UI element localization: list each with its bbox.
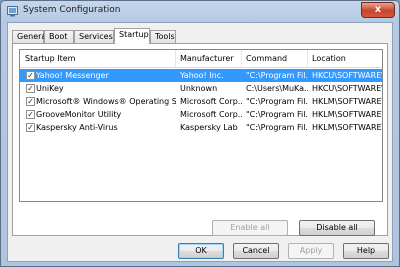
ok-button[interactable]: OK: [178, 243, 224, 259]
startup-item-row[interactable]: ✓ UniKey Unknown C:\Users\MuKa... HKCU\SOFTW…: [20, 82, 382, 95]
tab-services[interactable]: Services: [74, 30, 114, 43]
startup-item-row[interactable]: ✓Microsoft® Windows® Operating SystemMic…: [20, 95, 382, 108]
startup-panel: Startup Item Manufacturer Command Locati…: [12, 43, 388, 236]
row-startup-item: UniKey: [36, 84, 64, 93]
help-button[interactable]: Help: [343, 243, 389, 259]
dialog-client-area: General Boot Services Startup Tools Star…: [7, 22, 393, 262]
column-header-startup-item[interactable]: Startup Item: [20, 50, 176, 67]
tab-tools[interactable]: Tools: [150, 30, 176, 43]
row-manufacturer: Unknown: [180, 84, 218, 93]
row-startup-item: Yahoo! Messenger: [36, 71, 109, 80]
window-title: System Configuration: [23, 5, 121, 15]
row-startup-item: Microsoft® Windows® Operating System: [36, 97, 176, 106]
enable-all-button[interactable]: Enable all: [212, 220, 288, 236]
column-header-location[interactable]: Location: [308, 50, 382, 67]
apply-button[interactable]: Apply: [288, 243, 334, 259]
row-location: HKLM\SOFTWARE\...: [312, 97, 382, 106]
row-command: "C:\Program Fil...: [246, 123, 308, 132]
system-configuration-window: System Configuration x General Boot Serv…: [0, 0, 400, 267]
startup-item-row[interactable]: ✓ Yahoo! Messenger Yahoo! Inc. "C:\Program …: [20, 69, 382, 82]
cancel-button[interactable]: Cancel: [233, 243, 279, 259]
row-startup-item: GrooveMonitor Utility: [36, 110, 122, 119]
row-location: HKLM\SOFTWARE\...: [312, 110, 382, 119]
close-icon: x: [374, 4, 382, 15]
tab-general[interactable]: General: [12, 30, 49, 43]
tab-startup[interactable]: Startup: [114, 28, 150, 44]
row-manufacturer: Yahoo! Inc.: [180, 71, 224, 80]
row-location: HKCU\SOFTWARE\...: [312, 84, 382, 93]
row-manufacturer: Microsoft Corp...: [180, 97, 242, 106]
row-location: HKCU\SOFTWARE\...: [312, 71, 382, 80]
close-button[interactable]: x: [361, 2, 395, 18]
row-manufacturer: Microsoft Corp...: [180, 110, 242, 119]
tab-boot[interactable]: Boot: [44, 30, 74, 43]
system-configuration-icon: [7, 6, 18, 17]
startup-item-row[interactable]: ✓ Kaspersky Anti-Virus Kaspersky Lab "C:\Pr…: [20, 121, 382, 134]
list-header: Startup Item Manufacturer Command Locati…: [20, 50, 382, 68]
row-manufacturer: Kaspersky Lab: [180, 123, 238, 132]
row-command: C:\Users\MuKa...: [246, 84, 308, 93]
column-header-command[interactable]: Command: [242, 50, 308, 67]
row-startup-item: Kaspersky Anti-Virus: [36, 123, 118, 132]
column-header-manufacturer[interactable]: Manufacturer: [176, 50, 242, 67]
row-command: "C:\Program Fil...: [246, 110, 308, 119]
row-command: "C:\Program Fil...: [246, 71, 308, 80]
title-bar[interactable]: System Configuration x: [1, 1, 399, 22]
disable-all-button[interactable]: Disable all: [299, 220, 375, 236]
startup-item-row[interactable]: ✓ GrooveMonitor Utility Microsoft Corp... "…: [20, 108, 382, 121]
startup-items-list[interactable]: Startup Item Manufacturer Command Locati…: [19, 49, 383, 202]
row-location: HKLM\SOFTWARE\...: [312, 123, 382, 132]
row-command: "C:\Program Fil...: [246, 97, 308, 106]
